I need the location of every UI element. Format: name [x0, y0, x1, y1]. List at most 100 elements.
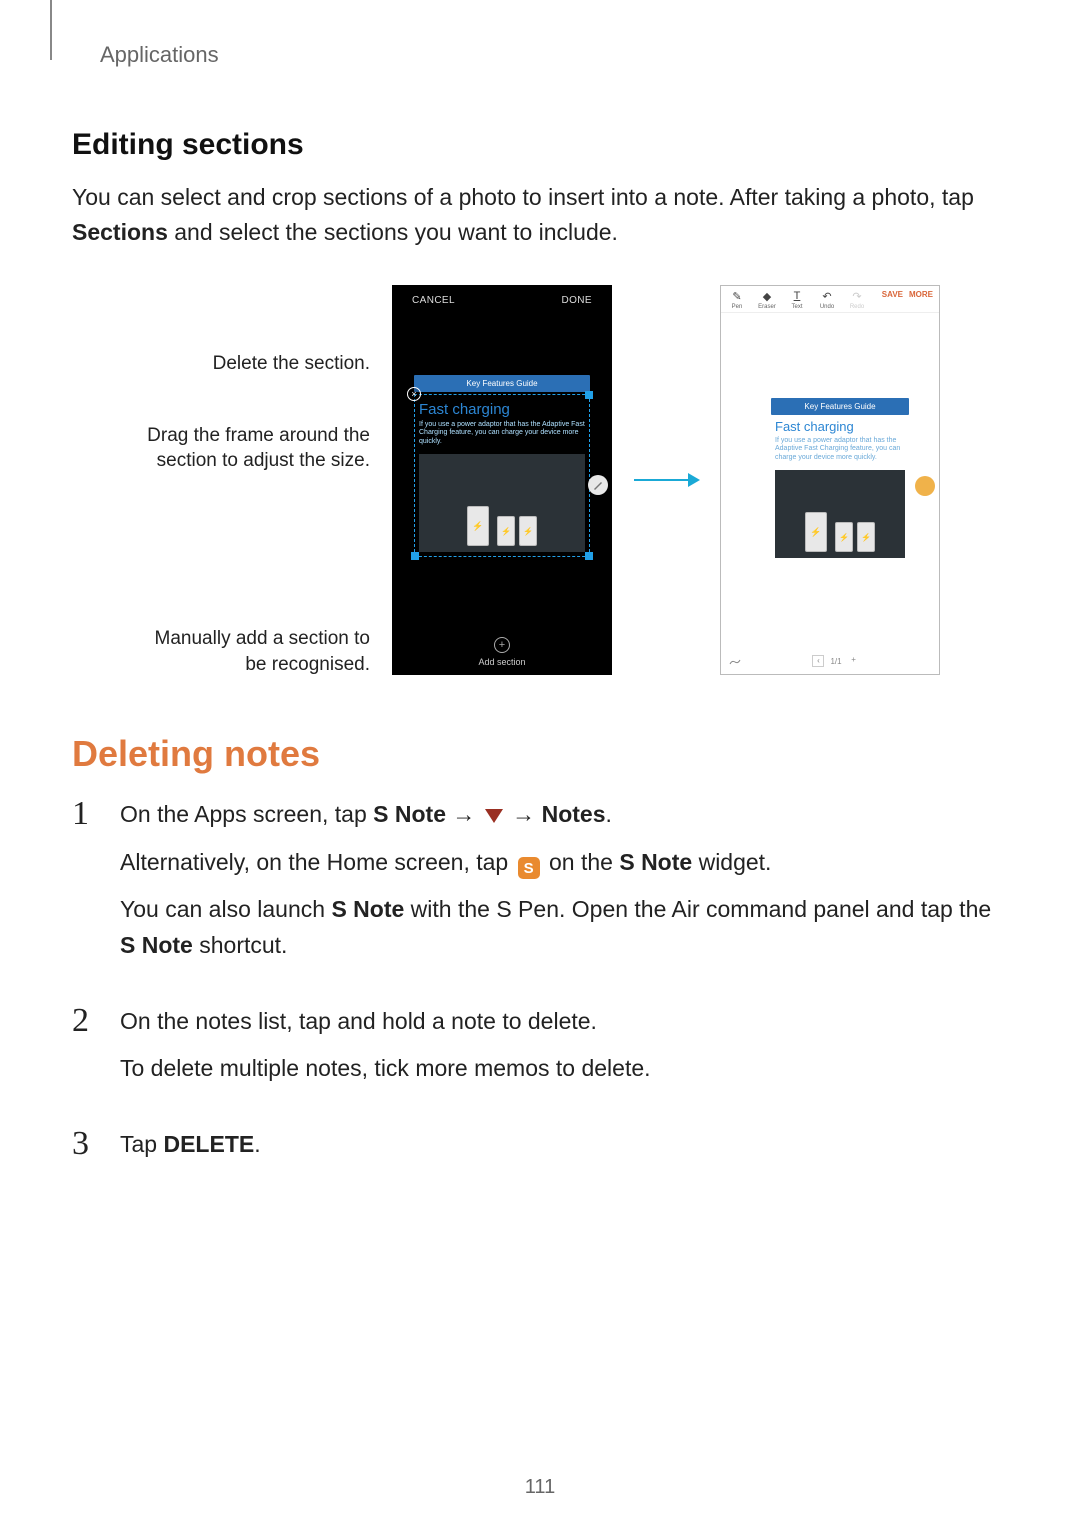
text: shortcut. — [193, 932, 288, 958]
step-text: To delete multiple notes, tick more memo… — [120, 1051, 1008, 1087]
key-features-banner: Key Features Guide — [771, 398, 909, 415]
toolbar-label: Undo — [820, 304, 834, 310]
steps-list: 1 On the Apps screen, tap S Note → → Not… — [72, 797, 1008, 1174]
redo-button[interactable]: ↷ Redo — [847, 290, 867, 310]
text: on the — [543, 849, 620, 875]
text: Tap — [120, 1131, 163, 1157]
toolbar-label: Text — [791, 304, 802, 310]
arrow-text: → — [506, 801, 542, 827]
phone2-bottombar: ‹ 1/1 + — [729, 654, 931, 668]
dropdown-triangle-icon — [485, 809, 503, 823]
arrow-icon — [634, 475, 698, 485]
step-body: Tap DELETE. — [120, 1127, 1008, 1175]
pen-fab[interactable] — [915, 476, 935, 496]
s-note-app-icon: S — [518, 857, 540, 879]
more-button[interactable]: MORE — [909, 290, 933, 299]
callout-drag: Drag the frame around the section to adj… — [140, 423, 370, 474]
phone1-topbar: CANCEL DONE — [392, 285, 612, 312]
step-text: Alternatively, on the Home screen, tap S… — [120, 845, 1008, 881]
text-tool[interactable]: T Text — [787, 290, 807, 310]
toolbar-tools: ✎ Pen ◆ Eraser T Text ↶ Undo — [727, 290, 867, 310]
fast-charging-title: Fast charging — [775, 419, 905, 434]
phone2-body: Key Features Guide Fast charging If you … — [771, 396, 909, 558]
text: Alternatively, on the Home screen, tap — [120, 849, 515, 875]
toolbar-label: Redo — [850, 304, 864, 310]
fast-charging-title: Fast charging — [419, 401, 585, 418]
breadcrumb: Applications — [100, 42, 1008, 68]
resize-handle[interactable] — [585, 552, 593, 560]
add-section-area: + Add section — [392, 637, 612, 667]
key-features-banner: Key Features Guide — [414, 375, 590, 392]
text: widget. — [692, 849, 771, 875]
notes-keyword: Notes — [542, 801, 606, 827]
phone1-body: Key Features Guide × Fast charging If yo… — [414, 373, 590, 605]
add-page-button[interactable]: + — [848, 655, 860, 667]
step-body: On the notes list, tap and hold a note t… — [120, 1004, 1008, 1099]
step-number: 1 — [72, 797, 102, 976]
phone-edit-sections: CANCEL DONE Key Features Guide × Fast ch… — [392, 285, 612, 675]
toolbar-label: Pen — [732, 304, 743, 310]
page-number: 111 — [0, 1476, 1080, 1499]
step-text: You can also launch S Note with the S Pe… — [120, 892, 1008, 963]
step-3: 3 Tap DELETE. — [72, 1127, 1008, 1175]
resize-handle[interactable] — [585, 391, 593, 399]
step-text: On the Apps screen, tap S Note → → Notes… — [120, 797, 1008, 833]
eraser-icon: ◆ — [763, 290, 771, 304]
editor-toolbar: ✎ Pen ◆ Eraser T Text ↶ Undo — [721, 286, 939, 313]
photo-block: ⚡ ⚡ ⚡ — [775, 470, 905, 558]
step-text: On the notes list, tap and hold a note t… — [120, 1004, 1008, 1040]
add-section-label: Add section — [392, 657, 612, 667]
cancel-button[interactable]: CANCEL — [412, 295, 455, 306]
handwriting-icon[interactable] — [729, 654, 741, 668]
done-button[interactable]: DONE — [562, 295, 593, 306]
pen-fab[interactable] — [588, 475, 608, 495]
editing-sections-heading: Editing sections — [72, 128, 1008, 162]
mini-phone-icon: ⚡ — [805, 512, 827, 552]
step-body: On the Apps screen, tap S Note → → Notes… — [120, 797, 1008, 976]
toolbar-label: Eraser — [758, 304, 776, 310]
page-pager: ‹ 1/1 + — [812, 655, 859, 667]
save-button[interactable]: SAVE — [882, 290, 903, 299]
text: You can also launch — [120, 896, 331, 922]
s-note-keyword: S Note — [373, 801, 446, 827]
undo-button[interactable]: ↶ Undo — [817, 290, 837, 310]
text: . — [605, 801, 611, 827]
s-note-keyword: S Note — [120, 932, 193, 958]
s-note-keyword: S Note — [619, 849, 692, 875]
undo-icon: ↶ — [822, 290, 831, 304]
photo-block: ⚡ ⚡ ⚡ — [419, 454, 585, 552]
delete-section-icon[interactable]: × — [407, 387, 421, 401]
callouts: Delete the section. Drag the frame aroun… — [140, 283, 370, 677]
para-text: You can select and crop sections of a ph… — [72, 184, 974, 210]
s-note-keyword: S Note — [331, 896, 404, 922]
pen-tool[interactable]: ✎ Pen — [727, 290, 747, 310]
redo-icon: ↷ — [852, 290, 861, 304]
eraser-tool[interactable]: ◆ Eraser — [757, 290, 777, 310]
mini-phone-icon: ⚡ — [519, 516, 537, 546]
callout-delete: Delete the section. — [213, 351, 370, 377]
para-text: and select the sections you want to incl… — [168, 219, 618, 245]
text: with the S Pen. Open the Air command pan… — [404, 896, 991, 922]
mini-phone-icon: ⚡ — [857, 522, 875, 552]
sections-keyword: Sections — [72, 219, 168, 245]
step-text: Tap DELETE. — [120, 1127, 1008, 1163]
text: . — [254, 1131, 260, 1157]
text: On the Apps screen, tap — [120, 801, 373, 827]
mini-phone-icon: ⚡ — [497, 516, 515, 546]
text-icon: T — [794, 290, 801, 304]
step-number: 3 — [72, 1127, 102, 1175]
step-2: 2 On the notes list, tap and hold a note… — [72, 1004, 1008, 1099]
prev-page-button[interactable]: ‹ — [812, 655, 824, 667]
resize-handle[interactable] — [411, 552, 419, 560]
toolbar-actions: SAVE MORE — [882, 290, 933, 299]
deleting-notes-heading: Deleting notes — [72, 733, 1008, 775]
callout-add: Manually add a section to be recognised. — [140, 626, 370, 677]
fast-charging-sub: If you use a power adaptor that has the … — [419, 421, 585, 446]
add-section-button[interactable]: + — [494, 637, 510, 653]
figure-row: Delete the section. Drag the frame aroun… — [72, 283, 1008, 677]
fast-charging-sub: If you use a power adaptor that has the … — [775, 437, 905, 462]
selection-frame[interactable]: × Fast charging If you use a power adapt… — [414, 394, 590, 557]
page-indicator: 1/1 — [830, 657, 841, 666]
editing-sections-para: You can select and crop sections of a ph… — [72, 180, 1008, 249]
arrow-text: → — [446, 801, 482, 827]
